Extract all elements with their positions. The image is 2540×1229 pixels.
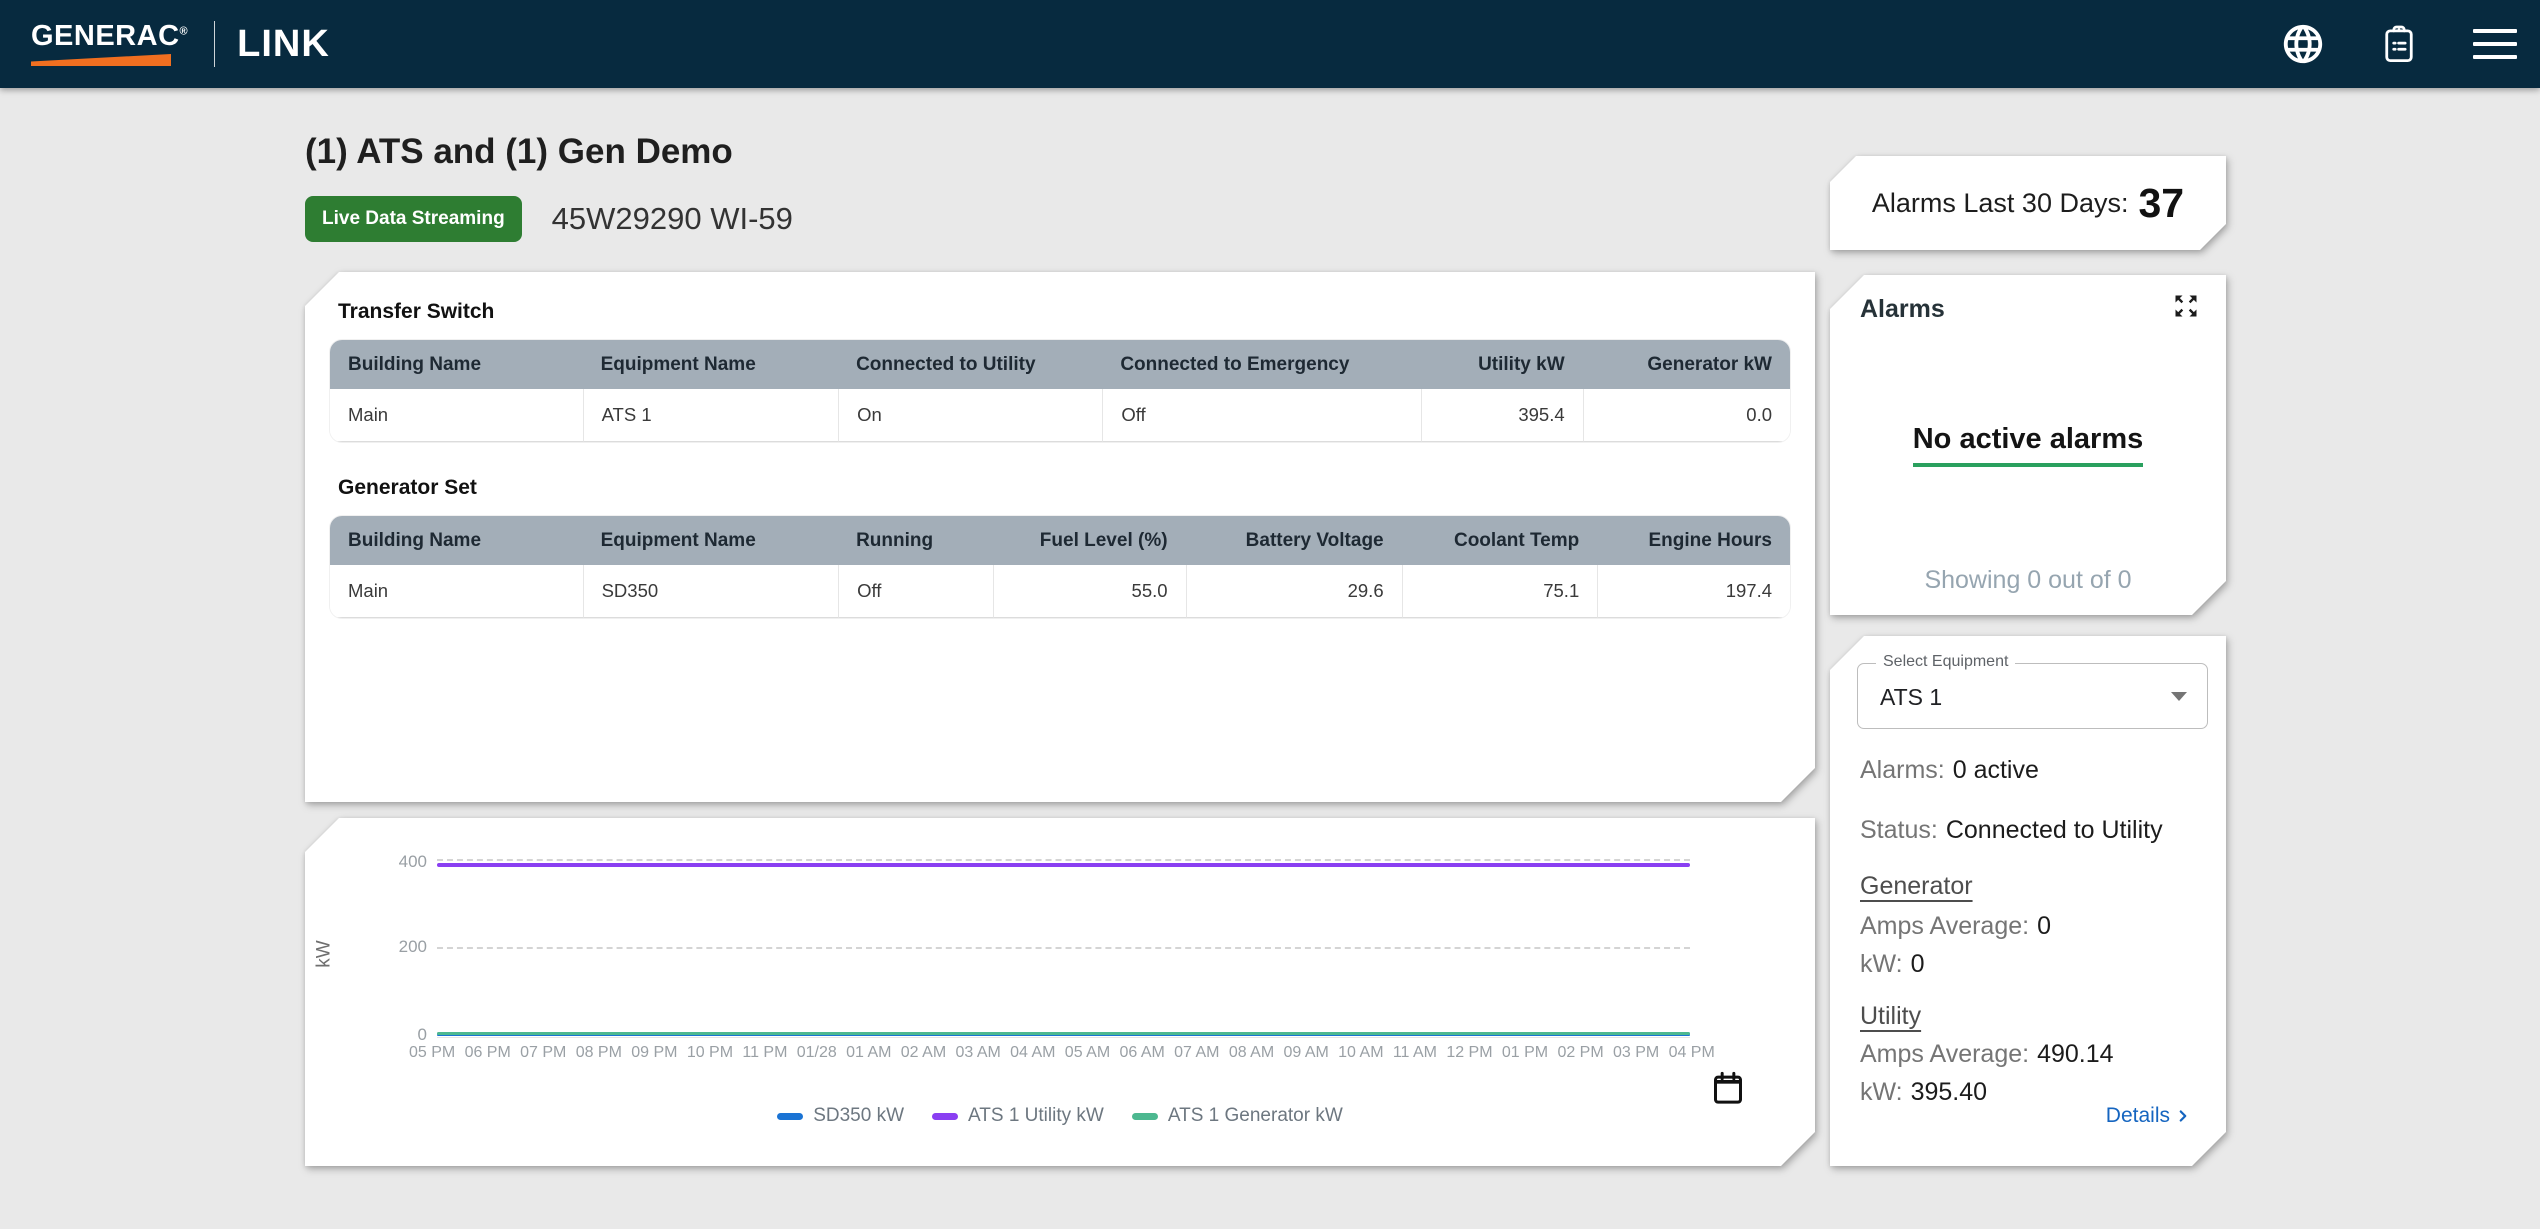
x-axis-line <box>437 1037 1690 1038</box>
ytick-0: 0 <box>365 1025 427 1045</box>
gridline-200 <box>437 947 1690 949</box>
utility-kw-row: kW:395.40 <box>1860 1078 1987 1107</box>
globe-icon[interactable] <box>2280 21 2326 67</box>
alarms-summary-label: Alarms Last 30 Days: <box>1872 188 2129 219</box>
col-building-name: Building Name <box>330 340 583 389</box>
col-equipment-name: Equipment Name <box>583 516 839 565</box>
legend-item-ats1-utility-kw[interactable]: ATS 1 Utility kW <box>932 1105 1104 1127</box>
col-equipment-name: Equipment Name <box>583 340 839 389</box>
generator-kw-row: kW:0 <box>1860 950 1925 979</box>
menu-icon[interactable] <box>2472 21 2518 67</box>
transfer-switch-title: Transfer Switch <box>338 300 1790 324</box>
alarms-summary-value: 37 <box>2138 180 2184 227</box>
ytick-400: 400 <box>365 852 427 872</box>
legend-marker <box>1132 1113 1158 1120</box>
registered-mark: ® <box>180 25 189 37</box>
select-equipment-dropdown[interactable]: Select Equipment ATS 1 <box>1857 663 2208 729</box>
col-engine-hours: Engine Hours <box>1597 516 1790 565</box>
brand-divider <box>214 21 215 67</box>
chart-x-axis-labels: 05 PM06 PM07 PM08 PM09 PM10 PM11 PM01/28… <box>409 1044 1715 1062</box>
power-chart-card: kW 400 200 0 05 PM06 PM07 PM08 PM09 PM10… <box>305 818 1815 1166</box>
utility-section-heading: Utility <box>1860 1002 1921 1031</box>
no-active-alarms-message: No active alarms <box>1830 423 2226 467</box>
brand-logo: GENERAC® LINK <box>31 21 330 67</box>
col-building-name: Building Name <box>330 516 583 565</box>
equipment-tables-card: Transfer Switch Building Name Equipment … <box>305 272 1815 802</box>
navbar-actions <box>2280 21 2518 67</box>
col-coolant-temp: Coolant Temp <box>1402 516 1598 565</box>
legend-marker <box>932 1113 958 1120</box>
chevron-down-icon <box>2171 692 2187 701</box>
equipment-status-row: Status:Connected to Utility <box>1860 816 2163 845</box>
generac-link-dashboard: GENERAC® LINK <box>0 0 2540 1229</box>
legend-item-sd350-kw[interactable]: SD350 kW <box>777 1105 904 1127</box>
ytick-200: 200 <box>365 937 427 957</box>
generator-set-title: Generator Set <box>338 476 1790 500</box>
col-fuel-level: Fuel Level (%) <box>993 516 1186 565</box>
legend-marker <box>777 1113 803 1120</box>
live-data-streaming-badge: Live Data Streaming <box>305 196 522 242</box>
link-wordmark: LINK <box>237 23 330 66</box>
expand-icon[interactable] <box>2172 292 2200 320</box>
generator-set-header-row: Building Name Equipment Name Running Fue… <box>330 516 1790 565</box>
legend-item-ats1-generator-kw[interactable]: ATS 1 Generator kW <box>1132 1105 1343 1127</box>
generator-set-table: Building Name Equipment Name Running Fue… <box>330 516 1790 618</box>
equipment-alarms-row: Alarms:0 active <box>1860 756 2039 785</box>
page-title: (1) ATS and (1) Gen Demo <box>305 132 733 172</box>
chart-legend: SD350 kW ATS 1 Utility kW ATS 1 Generato… <box>305 1105 1815 1127</box>
chevron-right-icon <box>2174 1107 2192 1125</box>
select-equipment-value: ATS 1 <box>1880 684 1942 711</box>
site-id: 45W29290 WI-59 <box>552 201 793 237</box>
col-running: Running <box>838 516 993 565</box>
series-line-ats1-generator-kw <box>437 1032 1690 1035</box>
select-equipment-label: Select Equipment <box>1876 653 2015 671</box>
utility-amps-row: Amps Average:490.14 <box>1860 1040 2114 1069</box>
col-connected-emergency: Connected to Emergency <box>1102 340 1420 389</box>
generator-section-heading: Generator <box>1860 872 1973 901</box>
alarms-card-title: Alarms <box>1860 295 1945 324</box>
transfer-switch-row: Main ATS 1 On Off 395.4 0.0 <box>330 389 1790 442</box>
generator-amps-row: Amps Average:0 <box>1860 912 2051 941</box>
equipment-detail-card: Select Equipment ATS 1 Alarms:0 active S… <box>1830 636 2226 1166</box>
generac-wordmark: GENERAC® <box>31 22 188 51</box>
transfer-switch-table: Building Name Equipment Name Connected t… <box>330 340 1790 442</box>
gridline-400 <box>437 859 1690 861</box>
chart-y-axis-label: kW <box>314 940 336 967</box>
top-navbar: GENERAC® LINK <box>0 0 2540 88</box>
col-utility-kw: Utility kW <box>1421 340 1583 389</box>
generac-orange-wedge <box>31 54 171 66</box>
transfer-switch-header-row: Building Name Equipment Name Connected t… <box>330 340 1790 389</box>
col-battery-voltage: Battery Voltage <box>1186 516 1402 565</box>
clipboard-icon[interactable] <box>2376 21 2422 67</box>
alarms-showing-count: Showing 0 out of 0 <box>1830 566 2226 595</box>
col-generator-kw: Generator kW <box>1583 340 1790 389</box>
calendar-icon[interactable] <box>1708 1068 1748 1108</box>
site-header-row: Live Data Streaming 45W29290 WI-59 <box>305 196 793 242</box>
alarms-card: Alarms No active alarms Showing 0 out of… <box>1830 275 2226 615</box>
series-line-ats1-utility-kw <box>437 863 1690 867</box>
details-link[interactable]: Details <box>2106 1104 2192 1128</box>
alarms-summary-card: Alarms Last 30 Days: 37 <box>1830 156 2226 250</box>
col-connected-utility: Connected to Utility <box>838 340 1102 389</box>
generac-logo: GENERAC® <box>31 22 188 66</box>
generator-set-row: Main SD350 Off 55.0 29.6 75.1 197.4 <box>330 565 1790 618</box>
